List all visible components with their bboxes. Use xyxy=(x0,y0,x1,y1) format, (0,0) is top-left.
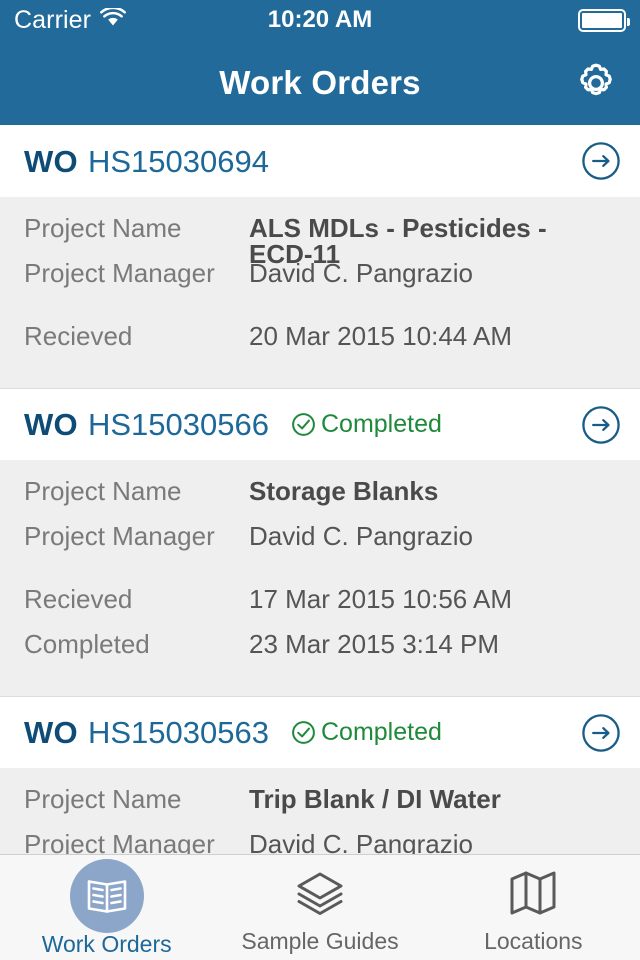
battery-fill xyxy=(582,12,622,28)
detail-label: Project Manager xyxy=(24,258,215,288)
settings-button[interactable] xyxy=(568,55,624,111)
check-circle-icon xyxy=(292,413,315,436)
work-order-open-button[interactable] xyxy=(578,402,624,448)
tab-locations[interactable]: Locations xyxy=(427,855,640,960)
work-order-number: HS15030566 xyxy=(87,407,269,442)
detail-row: Project Name ALS MDLs - Pesticides - ECD… xyxy=(24,213,616,267)
work-order-open-button[interactable] xyxy=(578,138,624,184)
detail-value: Trip Blank / DI Water xyxy=(249,784,501,814)
detail-value: Storage Blanks xyxy=(249,476,439,506)
detail-value: David C. Pangrazio xyxy=(249,258,473,288)
detail-label: Project Name xyxy=(24,476,182,506)
status-badge: Completed xyxy=(291,720,442,745)
open-book-icon xyxy=(69,859,144,933)
detail-row: Project Name Storage Blanks xyxy=(24,478,616,523)
tab-label: Sample Guides xyxy=(241,928,399,954)
detail-value: 23 Mar 2015 3:14 PM xyxy=(249,629,500,659)
detail-label: Completed xyxy=(24,629,150,659)
detail-row: Project Manager David C. Pangrazio xyxy=(24,523,616,568)
detail-value: 17 Mar 2015 10:56 AM xyxy=(249,584,513,614)
detail-value: David C. Pangrazio xyxy=(249,829,473,854)
layers-icon xyxy=(283,862,357,924)
detail-value: 20 Mar 2015 10:44 AM xyxy=(249,321,513,351)
status-bar-right xyxy=(578,8,630,32)
tab-sample-guides[interactable]: Sample Guides xyxy=(213,855,426,960)
work-order-title: WO HS15030566 xyxy=(24,409,269,440)
detail-row: Recieved 20 Mar 2015 10:44 AM xyxy=(24,323,616,368)
arrow-right-circle-icon xyxy=(582,713,620,752)
detail-label: Project Name xyxy=(24,213,182,243)
status-badge: Completed xyxy=(291,412,442,437)
battery-full-icon xyxy=(578,8,630,32)
detail-label: Project Name xyxy=(24,784,182,814)
tab-label: Work Orders xyxy=(41,931,172,957)
gear-icon xyxy=(580,63,612,95)
map-icon xyxy=(496,862,570,924)
work-order-prefix: WO xyxy=(24,715,78,750)
status-badge-label: Completed xyxy=(320,410,442,438)
nav-bar: Work Orders xyxy=(0,40,640,125)
work-order-number: HS15030563 xyxy=(87,715,269,750)
work-order-details: Project Name Storage Blanks Project Mana… xyxy=(0,460,640,696)
status-bar-left: Carrier xyxy=(14,5,127,34)
carrier-label: Carrier xyxy=(14,5,92,34)
status-badge-label: Completed xyxy=(320,718,442,746)
app-root: Carrier 10:20 AM Work Orders WO HS150306… xyxy=(0,0,640,960)
work-order-list[interactable]: WO HS15030694 Project Name ALS MDLs - Pe… xyxy=(0,125,640,854)
detail-label: Recieved xyxy=(24,584,133,614)
work-order-title: WO HS15030694 xyxy=(24,146,269,177)
detail-row: Completed 23 Mar 2015 3:14 PM xyxy=(24,631,616,676)
detail-label: Project Manager xyxy=(24,829,215,854)
work-order-title: WO HS15030563 xyxy=(24,717,269,748)
detail-label: Recieved xyxy=(24,321,133,351)
detail-row: Project Manager David C. Pangrazio xyxy=(24,831,616,854)
detail-label: Project Manager xyxy=(24,521,215,551)
tab-bar: Work Orders Sample Guides Locations xyxy=(0,854,640,960)
check-circle-icon xyxy=(292,721,315,744)
arrow-right-circle-icon xyxy=(582,405,620,444)
work-order-details: Project Name Trip Blank / DI Water Proje… xyxy=(0,768,640,854)
work-order-header[interactable]: WO HS15030563 Completed xyxy=(0,696,640,768)
arrow-right-circle-icon xyxy=(582,142,620,180)
detail-row: Project Name Trip Blank / DI Water xyxy=(24,786,616,831)
work-order-header[interactable]: WO HS15030694 xyxy=(0,125,640,197)
work-order-header[interactable]: WO HS15030566 Completed xyxy=(0,388,640,460)
work-order-prefix: WO xyxy=(24,143,78,179)
page-title: Work Orders xyxy=(219,64,421,101)
detail-row: Recieved 17 Mar 2015 10:56 AM xyxy=(24,586,616,631)
tab-work-orders[interactable]: Work Orders xyxy=(0,855,213,960)
status-bar: Carrier 10:20 AM xyxy=(0,0,640,40)
detail-value: David C. Pangrazio xyxy=(249,521,473,551)
work-order-open-button[interactable] xyxy=(578,710,624,756)
wifi-icon xyxy=(100,6,127,33)
work-order-number: HS15030694 xyxy=(87,143,269,179)
work-order-details: Project Name ALS MDLs - Pesticides - ECD… xyxy=(0,197,640,388)
tab-label: Locations xyxy=(484,928,583,954)
work-order-prefix: WO xyxy=(24,407,78,442)
